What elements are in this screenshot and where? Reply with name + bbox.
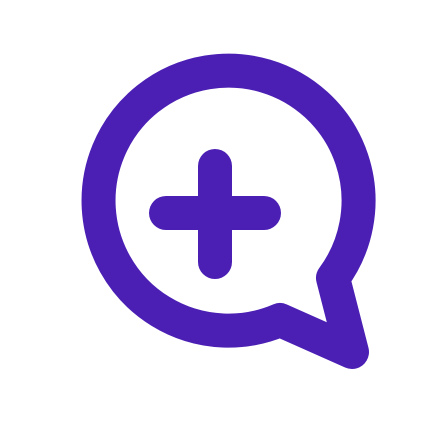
app-icon-canvas xyxy=(0,0,434,434)
chat-bubble-plus-icon xyxy=(81,53,376,369)
